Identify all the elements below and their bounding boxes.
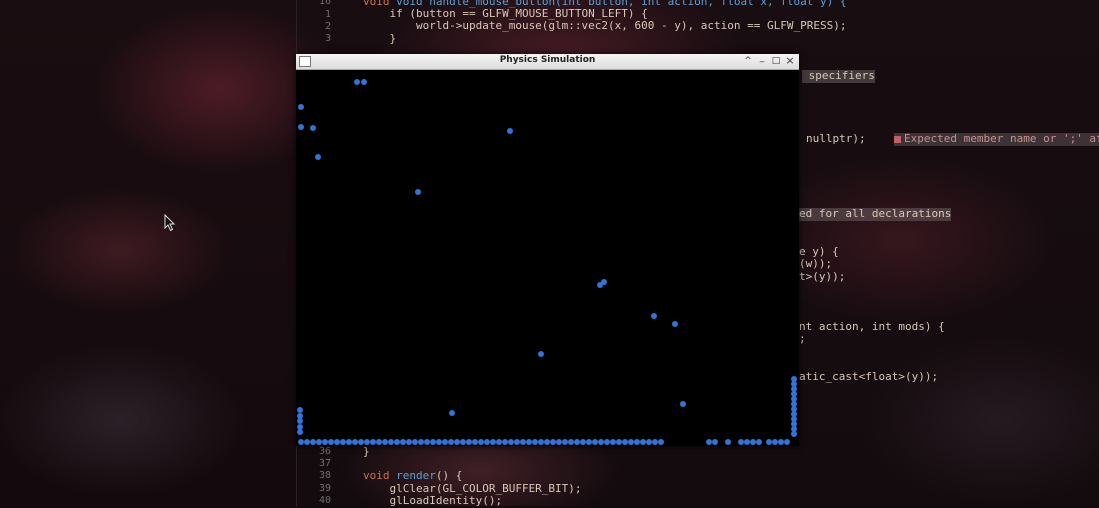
line-number: 1 (324, 9, 331, 20)
physics-ball (658, 439, 664, 445)
physics-ball (449, 410, 455, 416)
physics-ball (756, 439, 762, 445)
code-fragment: nt action, int mods) { (799, 320, 945, 333)
code-line: world->update_mouse(glm::vec2(x, 600 - y… (363, 19, 847, 32)
physics-ball (784, 439, 790, 445)
line-number: 36 (318, 446, 331, 457)
minimize-button[interactable]: _ (756, 52, 768, 64)
physics-ball (298, 104, 304, 110)
physics-ball (538, 351, 544, 357)
physics-ball (361, 79, 367, 85)
physics-ball (672, 321, 678, 327)
physics-ball (601, 279, 607, 285)
code-fragment: (w)); (799, 257, 833, 270)
physics-ball (507, 128, 513, 134)
physics-ball (651, 313, 657, 319)
shade-button[interactable]: ^ (742, 55, 754, 67)
line-number: 39 (318, 483, 331, 494)
code-fragment: nullptr); (806, 132, 866, 145)
physics-ball (310, 125, 316, 131)
physics-ball (315, 154, 321, 160)
close-button[interactable]: × (784, 55, 796, 67)
code-fragment: specifiers (802, 69, 875, 83)
line-number: 2 (324, 21, 331, 32)
mouse-pointer-icon (164, 214, 176, 232)
code-fragment: atic_cast<float>(y)); (799, 370, 939, 383)
physics-ball (791, 431, 797, 437)
line-number: 3 (324, 33, 331, 44)
line-number: 38 (318, 470, 331, 481)
physics-ball (725, 439, 731, 445)
line-number: 37 (318, 458, 331, 469)
physics-ball (354, 79, 360, 85)
code-line: void render() { (363, 469, 463, 482)
code-line: } (363, 445, 370, 458)
maximize-button[interactable]: □ (770, 55, 782, 67)
window-titlebar[interactable]: Physics Simulation ^ _ □ × (296, 52, 799, 70)
window-title: Physics Simulation (499, 55, 596, 65)
code-fragment: ed for all declarations (799, 207, 952, 221)
line-number: 16 (318, 0, 331, 7)
physics-simulation-window[interactable]: Physics Simulation ^ _ □ × (296, 52, 799, 446)
code-fragment: ; (799, 332, 806, 345)
physics-ball (712, 439, 718, 445)
physics-ball (680, 401, 686, 407)
error-icon (894, 135, 901, 143)
simulation-canvas[interactable] (296, 70, 799, 446)
physics-ball (298, 124, 304, 130)
physics-ball (415, 189, 421, 195)
code-line: } (363, 32, 397, 45)
code-fragment: t>(y)); (799, 270, 846, 283)
error-diagnostic: Expected member name or ';' af (894, 132, 1099, 146)
physics-ball (297, 429, 303, 435)
